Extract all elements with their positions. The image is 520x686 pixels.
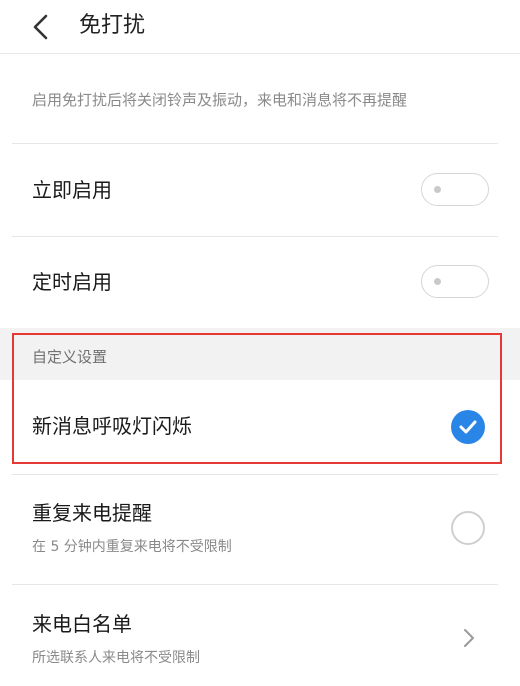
whitelist-label: 来电白名单	[32, 612, 132, 636]
whitelist-subtitle: 所选联系人来电将不受限制	[32, 650, 200, 666]
divider	[12, 474, 498, 475]
scheduled-enable-toggle[interactable]	[421, 265, 489, 298]
chevron-right-icon	[458, 626, 480, 650]
repeat-call-subtitle: 在 5 分钟内重复来电将不受限制	[32, 539, 232, 555]
toggle-knob	[434, 278, 441, 285]
scheduled-enable-label: 定时启用	[32, 270, 112, 294]
chevron-left-icon	[33, 14, 48, 40]
repeat-call-checkbox[interactable]	[451, 511, 485, 545]
immediate-enable-toggle[interactable]	[421, 173, 489, 206]
repeat-call-label: 重复来电提醒	[32, 501, 152, 525]
divider	[12, 584, 498, 585]
highlight-annotation-box	[12, 333, 502, 464]
toggle-knob	[434, 186, 441, 193]
dnd-description: 启用免打扰后将关闭铃声及振动，来电和消息将不再提醒	[32, 91, 408, 109]
divider	[12, 143, 498, 144]
header: 免打扰	[0, 0, 520, 54]
immediate-enable-label: 立即启用	[32, 178, 112, 202]
divider	[12, 236, 498, 237]
back-button[interactable]	[24, 10, 58, 44]
page-title: 免打扰	[79, 13, 146, 38]
